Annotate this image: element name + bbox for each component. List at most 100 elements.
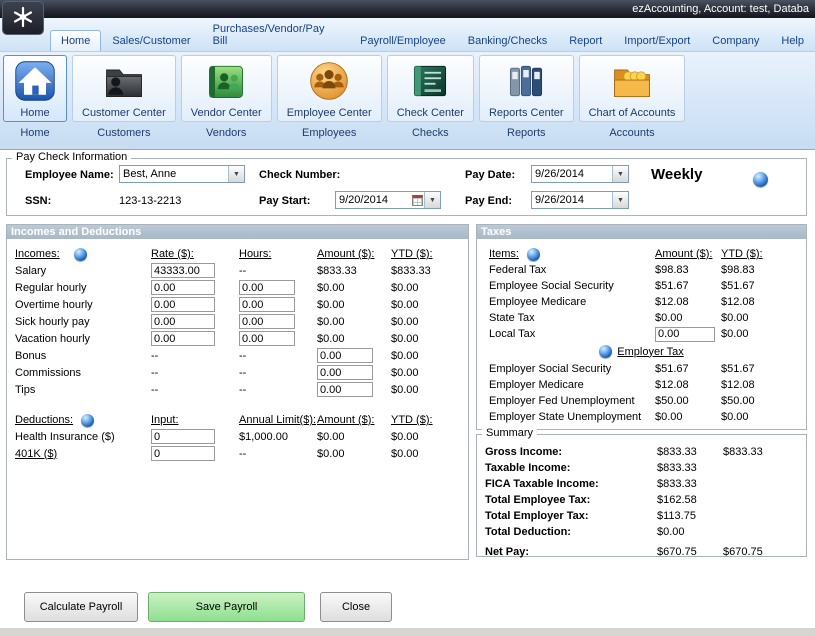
tax-ytd-value: $51.67 — [721, 280, 806, 292]
amount-value: $833.33 — [317, 265, 391, 277]
chevron-down-icon[interactable]: ▼ — [612, 166, 628, 182]
hours-input[interactable] — [239, 314, 295, 329]
deduction-input[interactable] — [151, 446, 215, 461]
toolbar-sub-label-reports[interactable]: Reports — [507, 127, 546, 139]
toolbar-item-check-center: Check Center Checks — [387, 55, 474, 139]
deductions-column-header: Deductions: — [15, 414, 151, 427]
ytd-value: $833.33 — [391, 265, 468, 277]
toolbar-item-customer-center: Customer Center Customers — [72, 55, 176, 139]
rate-input[interactable] — [151, 331, 215, 346]
check-center-button[interactable]: Check Center — [387, 55, 474, 122]
hours-input[interactable] — [239, 280, 295, 295]
income-row-label: Overtime hourly — [15, 299, 151, 311]
toolbar-sub-label-employees[interactable]: Employees — [302, 127, 356, 139]
ytd-column-header: YTD ($): — [391, 414, 468, 426]
summary-row: Total Deduction:$0.00 — [477, 524, 806, 540]
calculate-payroll-button[interactable]: Calculate Payroll — [24, 592, 138, 622]
chevron-down-icon[interactable]: ▼ — [424, 192, 440, 208]
tax-row: Employee Medicare$12.08$12.08 — [477, 294, 806, 310]
vendor-center-button[interactable]: Vendor Center — [181, 55, 272, 122]
summary-amount-value: $113.75 — [657, 510, 723, 522]
pay-date-select[interactable]: 9/26/2014 ▼ — [531, 165, 629, 183]
incomes-header-row: Incomes: Rate ($): Hours: Amount ($): YT… — [7, 246, 468, 262]
tab-import-export[interactable]: Import/Export — [613, 30, 701, 51]
rate-input[interactable] — [151, 314, 215, 329]
hours-input[interactable] — [239, 297, 295, 312]
rate-input[interactable] — [151, 297, 215, 312]
employer-tax-help-globe-icon[interactable] — [599, 345, 612, 358]
income-row: Vacation hourly$0.00$0.00 — [7, 330, 468, 347]
ssn-value: 123-13-2213 — [119, 195, 181, 207]
deductions-help-globe-icon[interactable] — [81, 414, 94, 427]
input-column-header: Input: — [151, 414, 239, 426]
pay-start-datepicker[interactable]: 9/20/2014 ▼ — [335, 191, 441, 209]
tab-help[interactable]: Help — [770, 30, 815, 51]
pay-end-label: Pay End: — [465, 195, 512, 207]
tax-amount-value: $98.83 — [655, 264, 721, 276]
amount-value: $0.00 — [317, 448, 391, 460]
summary-amount-value: $162.58 — [657, 494, 723, 506]
tab-report[interactable]: Report — [558, 30, 613, 51]
deductions-header-label: Deductions: — [15, 414, 73, 426]
title-bar: ezAccounting, Account: test, Databa — [0, 0, 815, 18]
hours-input[interactable] — [239, 331, 295, 346]
tab-purchases-vendor-pay-bill[interactable]: Purchases/Vendor/Pay Bill — [202, 18, 350, 51]
summary-row-label: FICA Taxable Income: — [485, 478, 657, 490]
rate-input[interactable] — [151, 263, 215, 278]
toolbar-sub-label-accounts[interactable]: Accounts — [609, 127, 654, 139]
deduction-row-label[interactable]: 401K ($) — [15, 448, 151, 460]
toolbar-sub-label-customers[interactable]: Customers — [97, 127, 150, 139]
pay-frequency-label: Weekly — [651, 166, 702, 183]
amount-value: $0.00 — [317, 431, 391, 443]
home-button[interactable]: Home — [3, 55, 67, 122]
tab-home[interactable]: Home — [50, 30, 101, 51]
paycheck-info-panel: Pay Check Information Employee Name: Bes… — [6, 158, 807, 216]
annual-limit-value: $1,000.00 — [239, 431, 317, 443]
items-column-header: Items: — [489, 248, 655, 261]
toolbar-sub-label-home[interactable]: Home — [20, 127, 49, 139]
save-payroll-button[interactable]: Save Payroll — [148, 592, 305, 622]
tab-banking-checks[interactable]: Banking/Checks — [457, 30, 559, 51]
tab-payroll-employee[interactable]: Payroll/Employee — [349, 30, 457, 51]
close-button[interactable]: Close — [320, 592, 392, 622]
taxes-help-globe-icon[interactable] — [527, 248, 540, 261]
app-logo-button[interactable] — [2, 1, 44, 35]
vendor-center-icon — [204, 59, 248, 106]
chevron-down-icon[interactable]: ▼ — [228, 166, 244, 182]
summary-rows: Gross Income:$833.33$833.33Taxable Incom… — [477, 435, 806, 560]
paycheck-help-globe-icon[interactable] — [753, 172, 768, 187]
summary-row: Total Employee Tax:$162.58 — [477, 492, 806, 508]
tax-row-label: Employer State Unemployment — [489, 411, 655, 423]
income-row-label: Tips — [15, 384, 151, 396]
toolbar-button-label: Check Center — [397, 107, 464, 119]
chart-of-accounts-button[interactable]: Chart of Accounts — [579, 55, 686, 122]
ytd-value: $0.00 — [391, 316, 468, 328]
customer-center-icon — [102, 59, 146, 106]
income-rows: Salary--$833.33$833.33Regular hourly$0.0… — [7, 262, 468, 398]
reports-center-button[interactable]: Reports Center — [479, 55, 574, 122]
amount-column-header: Amount ($): — [317, 414, 391, 426]
toolbar-sub-label-checks[interactable]: Checks — [412, 127, 449, 139]
tab-company[interactable]: Company — [701, 30, 770, 51]
employee-name-select[interactable]: Best, Anne ▼ — [119, 165, 245, 183]
income-row-label: Regular hourly — [15, 282, 151, 294]
amount-input[interactable] — [317, 348, 373, 363]
toolbar-sub-label-vendors[interactable]: Vendors — [206, 127, 246, 139]
incomes-help-globe-icon[interactable] — [74, 248, 87, 261]
amount-input[interactable] — [317, 382, 373, 397]
summary-amount-value: $833.33 — [657, 478, 723, 490]
tab-sales-customer[interactable]: Sales/Customer — [101, 30, 201, 51]
amount-input[interactable] — [317, 365, 373, 380]
pay-end-select[interactable]: 9/26/2014 ▼ — [531, 191, 629, 209]
window-title: ezAccounting, Account: test, Databa — [632, 3, 809, 15]
reports-center-icon — [504, 59, 548, 106]
customer-center-button[interactable]: Customer Center — [72, 55, 176, 122]
local-tax-input[interactable] — [655, 327, 715, 342]
deduction-input[interactable] — [151, 429, 215, 444]
employee-center-button[interactable]: Employee Center — [277, 55, 382, 122]
summary-row: Net Pay:$670.75$670.75 — [477, 544, 806, 560]
incomes-header-label: Incomes: — [15, 248, 60, 260]
calendar-icon[interactable] — [412, 195, 423, 206]
rate-input[interactable] — [151, 280, 215, 295]
chevron-down-icon[interactable]: ▼ — [612, 192, 628, 208]
